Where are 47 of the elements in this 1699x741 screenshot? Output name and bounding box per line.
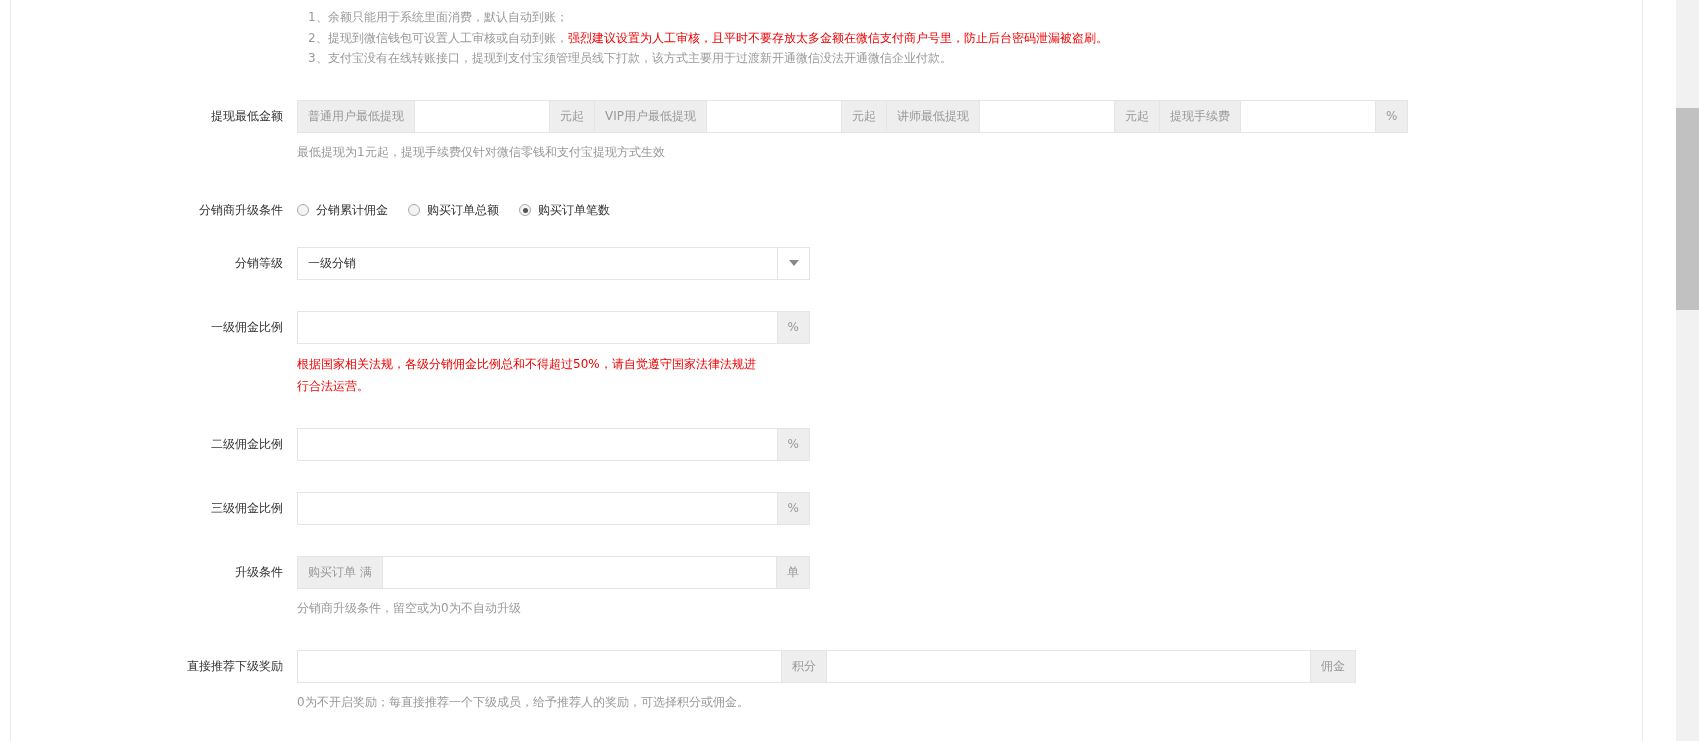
input-field[interactable] [297,310,778,344]
field-label: 直接推荐下级奖励 [186,657,283,675]
input-addon: % [776,310,810,344]
input-field[interactable] [979,99,1115,133]
input-field[interactable] [297,491,778,525]
input-field[interactable] [297,649,782,683]
input-addon: % [776,427,810,461]
radio-option[interactable]: 购买订单笔数 [519,201,610,219]
input-field[interactable] [414,99,550,133]
scrollbar[interactable] [1676,0,1699,741]
input-field[interactable] [706,99,842,133]
input-addon: 讲师最低提现 [886,99,980,133]
select-field[interactable]: 一级分销 [297,246,810,280]
input-addon: 元起 [841,99,887,133]
field-label: 分销等级 [234,254,283,272]
help-text: 0为不开启奖励；每直接推荐一个下级成员，给予推荐人的奖励，可选择积分或佣金。 [297,693,750,711]
warning-text: 根据国家相关法规，各级分销佣金比例总和不得超过50%，请自觉遵守国家法律法规进行合法运营。 [297,355,757,395]
scrollbar-thumb[interactable] [1676,108,1699,310]
note-line: 2、提现到微信钱包可设置人工审核或自动到账，强烈建议设置为人工审核，且平时不要存放太多金额在微信支付商户号里，防止后台密码泄漏被盗刷。 [308,29,1109,47]
radio-option[interactable]: 购买订单总额 [408,201,499,219]
input-addon: 积分 [781,649,827,683]
input-addon: 提现手续费 [1159,99,1241,133]
caret-icon [788,260,799,266]
input-addon: % [1375,99,1409,133]
field-label: 分销商升级条件 [198,201,283,219]
field-label: 二级佣金比例 [210,435,283,453]
field-label: 提现最低金额 [210,107,283,125]
input-addon: 元起 [1114,99,1160,133]
input-addon: 佣金 [1310,649,1356,683]
note-line: 3、支付宝没有在线转账接口，提现到支付宝须管理员线下打款，该方式主要用于过渡新开通微信没法开通微信企业付款。 [308,50,953,67]
input-addon: 单 [776,555,810,589]
input-addon: 元起 [549,99,595,133]
help-text: 最低提现为1元起，提现手续费仅针对微信零钱和支付宝提现方式生效 [297,143,666,161]
help-text: 分销商升级条件，留空或为0为不自动升级 [297,599,522,617]
field-label: 一级佣金比例 [210,318,283,336]
radio-option[interactable]: 分销累计佣金 [297,201,388,219]
field-label: 升级条件 [234,563,283,581]
input-field[interactable] [297,427,778,461]
note-line: 1、余额只能用于系统里面消费，默认自动到账； [308,9,569,26]
input-field[interactable] [1240,99,1376,133]
input-addon: % [776,491,810,525]
input-field[interactable] [826,649,1311,683]
input-field[interactable] [381,555,777,589]
input-addon: VIP用户最低提现 [594,99,707,133]
input-addon: 购买订单 满 [297,555,383,589]
field-label: 三级佣金比例 [210,499,283,517]
input-addon: 普通用户最低提现 [297,99,415,133]
